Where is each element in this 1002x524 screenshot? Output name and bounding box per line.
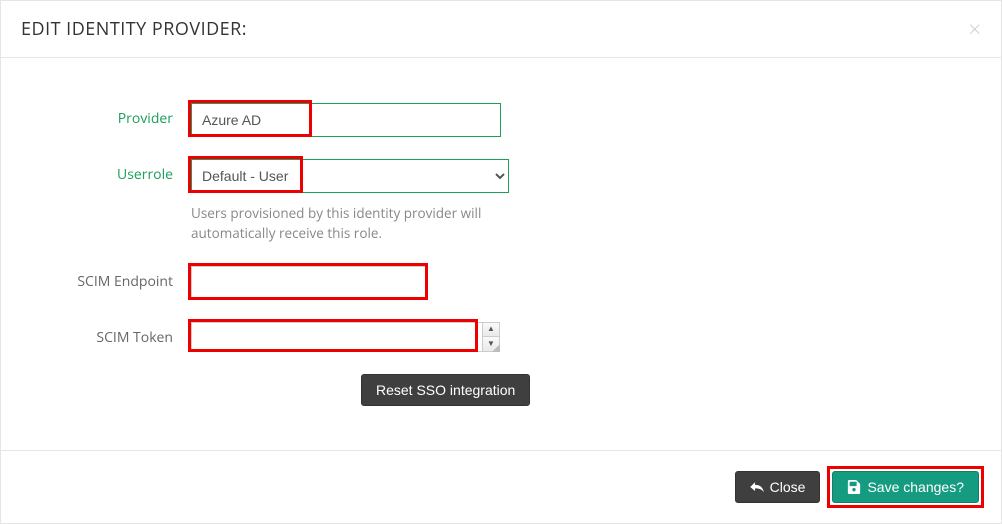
scim-endpoint-input-wrap: [191, 266, 427, 300]
save-icon: [847, 480, 861, 494]
reset-sso-button[interactable]: Reset SSO integration: [361, 374, 530, 406]
scim-endpoint-label: SCIM Endpoint: [21, 266, 191, 291]
scim-token-input[interactable]: [191, 322, 482, 352]
scim-token-row: SCIM Token ▲ ▼: [21, 322, 981, 352]
userrole-select-wrap: Default - User Users provisioned by this…: [191, 159, 511, 244]
provider-row: Provider: [21, 103, 981, 137]
provider-input[interactable]: [191, 103, 501, 137]
reset-row: Reset SSO integration: [191, 374, 981, 406]
scim-endpoint-row: SCIM Endpoint: [21, 266, 981, 300]
modal-footer: Close Save changes?: [1, 450, 1001, 523]
reply-icon: [750, 480, 764, 494]
provider-input-wrap: [191, 103, 501, 137]
edit-identity-provider-modal: EDIT IDENTITY PROVIDER: × Provider Userr…: [0, 0, 1002, 524]
modal-header: EDIT IDENTITY PROVIDER: ×: [1, 1, 1001, 58]
save-changes-button[interactable]: Save changes?: [832, 471, 979, 503]
save-button-label: Save changes?: [867, 479, 964, 495]
userrole-label: Userrole: [21, 159, 191, 184]
scim-token-label: SCIM Token: [21, 322, 191, 347]
spinner-up-icon[interactable]: ▲: [483, 323, 499, 338]
close-button[interactable]: Close: [735, 471, 821, 503]
close-icon[interactable]: ×: [968, 18, 981, 40]
userrole-select[interactable]: Default - User: [191, 159, 509, 193]
userrole-row: Userrole Default - User Users provisione…: [21, 159, 981, 244]
spinner-buttons: ▲ ▼: [482, 322, 500, 352]
modal-body: Provider Userrole Default - User Users p…: [1, 58, 1001, 450]
userrole-help-text: Users provisioned by this identity provi…: [191, 203, 511, 244]
modal-title: EDIT IDENTITY PROVIDER:: [21, 17, 247, 41]
close-button-label: Close: [770, 479, 806, 495]
scim-endpoint-input[interactable]: [191, 266, 427, 300]
save-button-wrap: Save changes?: [830, 469, 981, 505]
scim-token-input-wrap: ▲ ▼: [191, 322, 500, 352]
spinner-down-icon[interactable]: ▼: [483, 337, 499, 351]
provider-label: Provider: [21, 103, 191, 128]
